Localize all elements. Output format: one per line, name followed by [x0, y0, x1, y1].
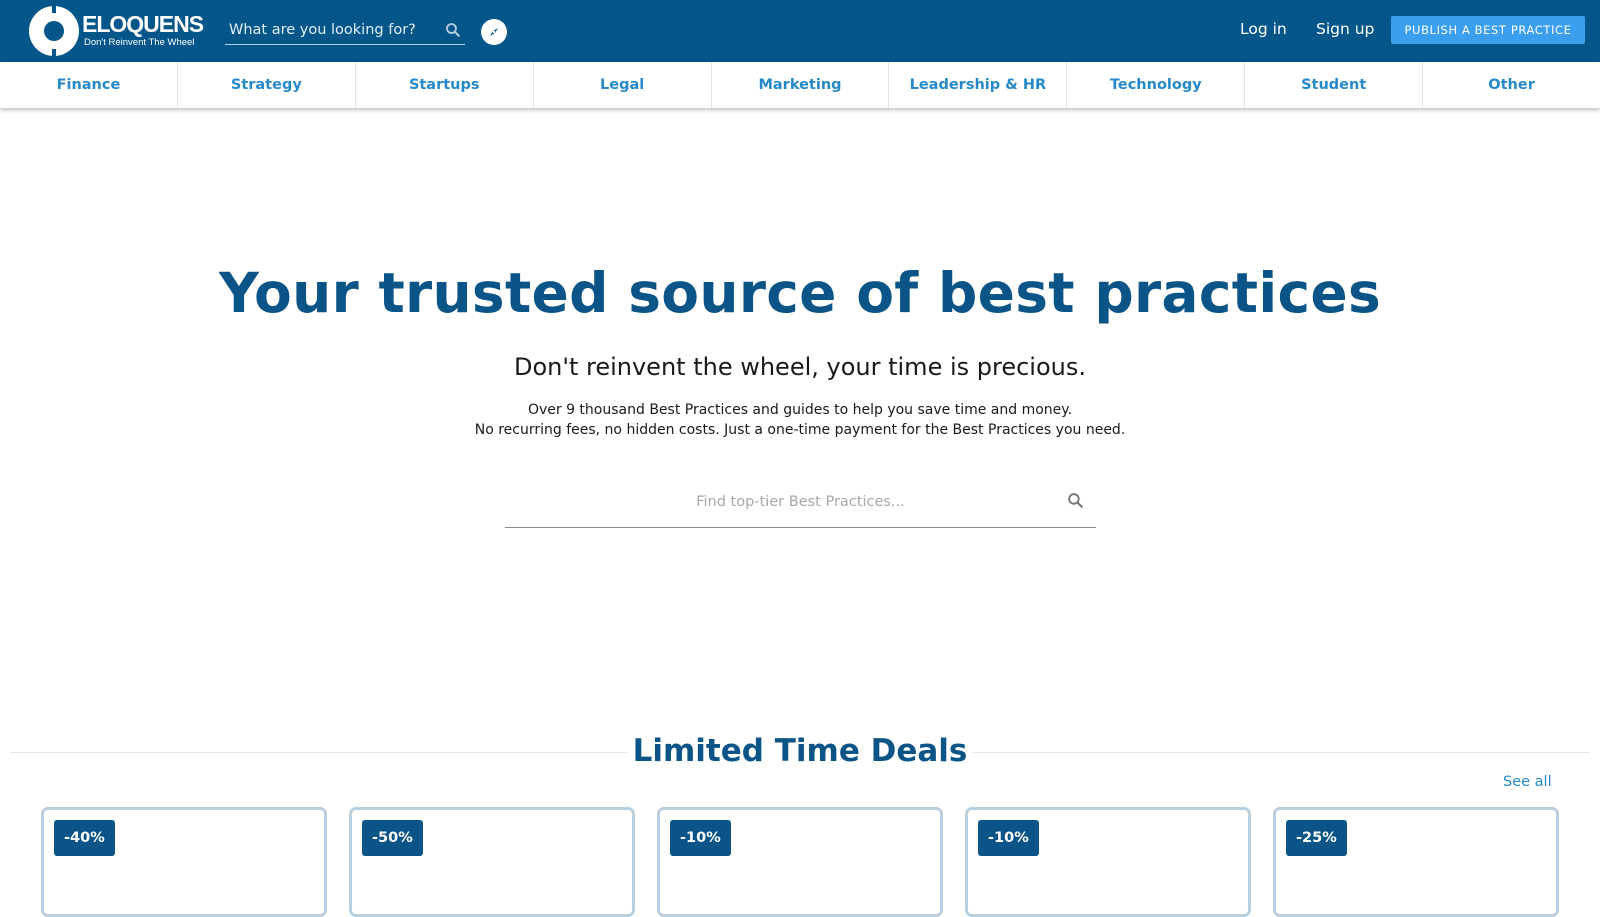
- category-finance[interactable]: Finance: [0, 62, 178, 108]
- deal-card[interactable]: -25%: [1273, 807, 1559, 917]
- deals-section-title: Limited Time Deals: [628, 728, 972, 774]
- hero-search: [505, 482, 1096, 528]
- category-legal[interactable]: Legal: [534, 62, 712, 108]
- explore-compass-icon[interactable]: [481, 19, 507, 45]
- signup-link[interactable]: Sign up: [1316, 20, 1374, 38]
- hero-search-input[interactable]: [505, 490, 1096, 514]
- discount-badge: -25%: [1286, 820, 1347, 856]
- header-search: [225, 18, 465, 45]
- search-icon[interactable]: [445, 22, 461, 42]
- category-marketing[interactable]: Marketing: [712, 62, 890, 108]
- discount-badge: -50%: [362, 820, 423, 856]
- category-student[interactable]: Student: [1245, 62, 1424, 108]
- category-other[interactable]: Other: [1423, 62, 1600, 108]
- category-nav: Finance Strategy Startups Legal Marketin…: [0, 62, 1600, 108]
- deal-card[interactable]: -10%: [657, 807, 943, 917]
- category-technology[interactable]: Technology: [1067, 62, 1246, 108]
- deal-card[interactable]: -50%: [349, 807, 635, 917]
- login-link[interactable]: Log in: [1240, 20, 1287, 38]
- top-bar: ELOQUENS Don't Reinvent The Wheel Log in…: [0, 0, 1600, 62]
- category-leadership-hr[interactable]: Leadership & HR: [889, 62, 1068, 108]
- discount-badge: -40%: [54, 820, 115, 856]
- logo-tagline: Don't Reinvent The Wheel: [84, 37, 195, 48]
- deal-card[interactable]: -40%: [41, 807, 327, 917]
- hero-subtitle: Don't reinvent the wheel, your time is p…: [513, 353, 1086, 381]
- category-startups[interactable]: Startups: [356, 62, 534, 108]
- hero-title: Your trusted source of best practices: [218, 261, 1382, 325]
- hero-description-line-1: Over 9 thousand Best Practices and guide…: [527, 402, 1073, 418]
- category-strategy[interactable]: Strategy: [178, 62, 356, 108]
- discount-badge: -10%: [978, 820, 1039, 856]
- see-all-deals-link[interactable]: See all: [1503, 774, 1552, 790]
- eloquens-logo[interactable]: ELOQUENS Don't Reinvent The Wheel: [28, 5, 204, 57]
- search-icon[interactable]: [1067, 492, 1084, 513]
- hero-description-line-2: No recurring fees, no hidden costs. Just…: [474, 422, 1126, 438]
- publish-best-practice-button[interactable]: PUBLISH A BEST PRACTICE: [1391, 16, 1585, 44]
- header-search-input[interactable]: [225, 18, 435, 42]
- deal-card[interactable]: -10%: [965, 807, 1251, 917]
- logo-wheel-icon: [29, 5, 79, 57]
- logo-wordmark: ELOQUENS: [82, 11, 204, 37]
- discount-badge: -10%: [670, 820, 731, 856]
